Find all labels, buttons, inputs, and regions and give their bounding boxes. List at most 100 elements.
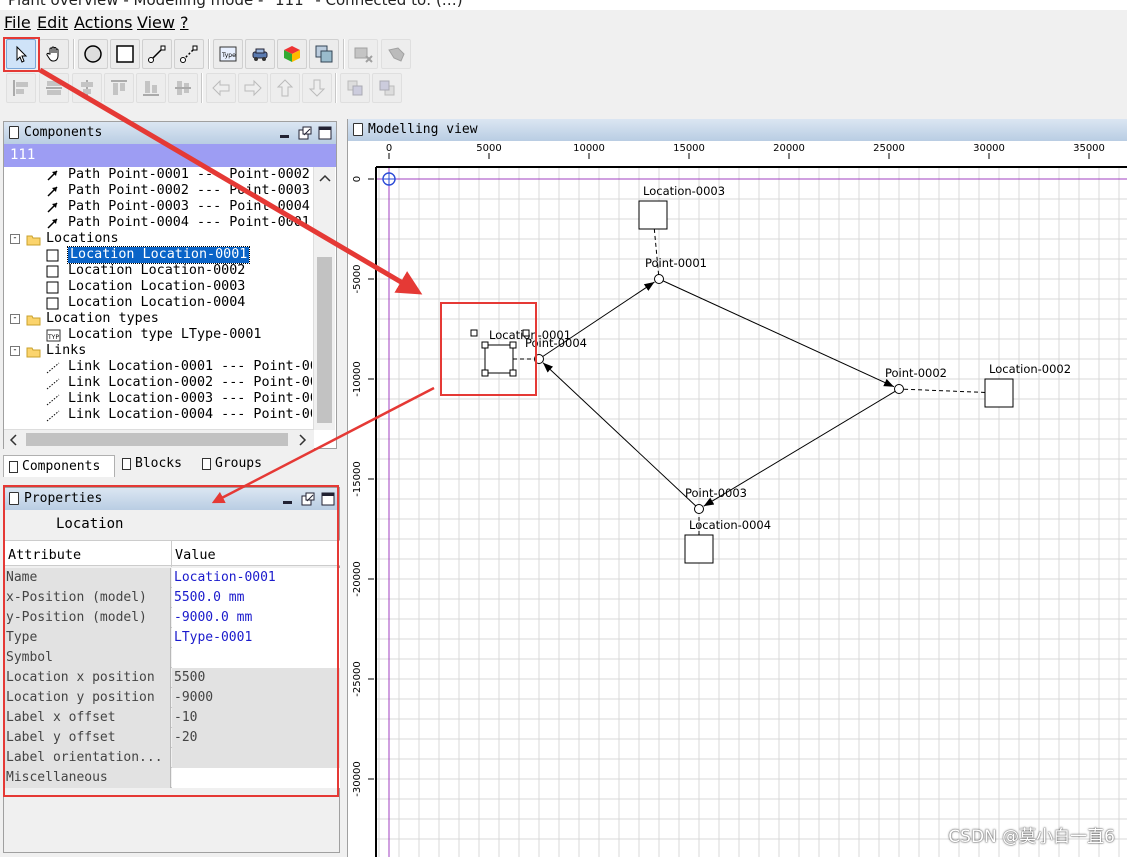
collapse-toggle-icon[interactable]: -	[10, 314, 20, 324]
tree-item[interactable]: Link Location-0003 --- Point-0001	[6, 391, 312, 407]
move-right-button[interactable]	[238, 73, 268, 103]
property-row[interactable]: Name Location-0001	[4, 568, 340, 588]
scroll-left-icon[interactable]	[7, 431, 21, 449]
tab-components[interactable]: Components	[3, 455, 115, 477]
minimize-icon[interactable]	[278, 126, 292, 140]
property-value[interactable]: -20	[172, 728, 340, 748]
tree-item[interactable]: TYP Location type LType-0001	[6, 327, 312, 343]
scroll-right-icon[interactable]	[295, 431, 309, 449]
tree-item[interactable]: Location Location-0003	[6, 279, 312, 295]
tree-item[interactable]: Path Point-0001 --- Point-0002	[6, 167, 312, 183]
tree-item[interactable]: Path Point-0002 --- Point-0003	[6, 183, 312, 199]
location-shape[interactable]	[484, 344, 514, 374]
vehicle-button[interactable]	[245, 39, 275, 69]
menu-actions[interactable]: Actions	[74, 13, 132, 32]
menu-file[interactable]: File	[4, 13, 31, 32]
location-shape[interactable]	[638, 200, 668, 230]
groups-button[interactable]	[309, 39, 339, 69]
property-value[interactable]: -10	[172, 708, 340, 728]
align-right-button[interactable]	[72, 73, 102, 103]
point-shape[interactable]	[694, 504, 704, 514]
property-value[interactable]: -9000	[172, 688, 340, 708]
move-up-button[interactable]	[270, 73, 300, 103]
link-line[interactable]	[898, 388, 1000, 394]
property-value[interactable]	[172, 768, 340, 788]
selection-handle[interactable]	[481, 369, 489, 377]
selection-handle[interactable]	[509, 369, 517, 377]
tab-blocks[interactable]: Blocks	[117, 453, 197, 475]
tree-item[interactable]: - Locations	[6, 231, 312, 247]
property-value[interactable]: Location-0001	[172, 568, 340, 588]
maximize-icon[interactable]	[321, 492, 335, 506]
align-center-button[interactable]	[39, 73, 69, 103]
delete-button[interactable]	[348, 39, 378, 69]
float-icon[interactable]	[301, 492, 315, 506]
tree-item[interactable]: - Links	[6, 343, 312, 359]
tree-item[interactable]: Location Location-0004	[6, 295, 312, 311]
property-value[interactable]	[172, 648, 340, 668]
scroll-thumb[interactable]	[317, 257, 332, 423]
tree-item[interactable]: Link Location-0002 --- Point-0002	[6, 375, 312, 391]
tree-item[interactable]: Link Location-0004 --- Point-0003	[6, 407, 312, 423]
property-value[interactable]	[172, 748, 340, 768]
bring-to-front-button[interactable]	[340, 73, 370, 103]
location-shape[interactable]	[684, 534, 714, 564]
tree-item[interactable]: Link Location-0001 --- Point-0004	[6, 359, 312, 375]
create-path-button[interactable]	[142, 39, 172, 69]
modelling-canvas[interactable]: 0 5000 10000 15000 20000 25000 30000 35000 0 -500…	[348, 119, 1127, 857]
send-to-back-button[interactable]	[372, 73, 402, 103]
selection-handle[interactable]	[509, 341, 517, 349]
move-left-button[interactable]	[206, 73, 236, 103]
create-link-button[interactable]	[174, 39, 204, 69]
collapse-toggle-icon[interactable]: -	[10, 346, 20, 356]
property-value[interactable]: -9000.0 mm	[172, 608, 340, 628]
align-left-button[interactable]	[6, 73, 36, 103]
property-row[interactable]: Symbol	[4, 648, 340, 668]
selection-handle[interactable]	[470, 329, 478, 337]
property-row[interactable]: Location y position -9000	[4, 688, 340, 708]
point-shape[interactable]	[534, 354, 544, 364]
tree-item[interactable]: - Location types	[6, 311, 312, 327]
scroll-up-icon[interactable]	[315, 169, 335, 189]
tree-item[interactable]: Location Location-0001	[6, 246, 312, 264]
tree-item[interactable]: Path Point-0004 --- Point-0001	[6, 215, 312, 231]
collapse-toggle-icon[interactable]: -	[10, 234, 20, 244]
property-row[interactable]: Miscellaneous	[4, 768, 340, 788]
blocks-button[interactable]	[277, 39, 307, 69]
align-bottom-button[interactable]	[136, 73, 166, 103]
tree-vertical-scrollbar[interactable]	[313, 167, 335, 430]
location-shape[interactable]	[984, 378, 1014, 408]
point-shape[interactable]	[894, 384, 904, 394]
tree-horizontal-scrollbar[interactable]	[4, 429, 314, 449]
property-value[interactable]: 5500.0 mm	[172, 588, 340, 608]
align-middle-button[interactable]	[168, 73, 198, 103]
tree-item[interactable]: Location Location-0002	[6, 263, 312, 279]
scroll-thumb[interactable]	[26, 433, 288, 446]
property-value[interactable]: LType-0001	[172, 628, 340, 648]
drag-tool-button[interactable]	[39, 39, 69, 69]
menu-view[interactable]: View	[137, 13, 175, 32]
create-point-button[interactable]	[78, 39, 108, 69]
float-icon[interactable]	[298, 126, 312, 140]
menu-edit[interactable]: Edit	[37, 13, 68, 32]
tab-groups[interactable]: Groups	[197, 453, 277, 475]
property-row[interactable]: Label orientation...	[4, 748, 340, 768]
property-row[interactable]: y-Position (model) -9000.0 mm	[4, 608, 340, 628]
tree-item[interactable]: Path Point-0003 --- Point-0004	[6, 199, 312, 215]
selection-handle[interactable]	[481, 341, 489, 349]
align-top-button[interactable]	[104, 73, 134, 103]
pan-button[interactable]	[381, 39, 411, 69]
minimize-icon[interactable]	[281, 492, 295, 506]
property-row[interactable]: Location x position 5500	[4, 668, 340, 688]
property-row[interactable]: Label y offset -20	[4, 728, 340, 748]
point-shape[interactable]	[654, 274, 664, 284]
create-location-button[interactable]	[110, 39, 140, 69]
location-type-button[interactable]: Type	[213, 39, 243, 69]
property-value[interactable]: 5500	[172, 668, 340, 688]
property-row[interactable]: x-Position (model) 5500.0 mm	[4, 588, 340, 608]
property-row[interactable]: Label x offset -10	[4, 708, 340, 728]
select-tool-button[interactable]	[6, 39, 36, 69]
maximize-icon[interactable]	[318, 126, 332, 140]
property-row[interactable]: Type LType-0001	[4, 628, 340, 648]
move-down-button[interactable]	[302, 73, 332, 103]
